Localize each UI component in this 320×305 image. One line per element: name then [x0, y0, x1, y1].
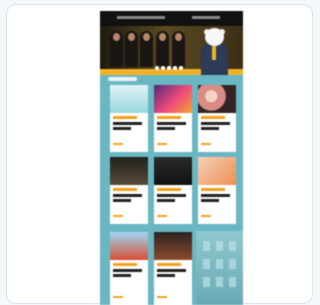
event-image [154, 157, 192, 185]
hero-person [110, 31, 123, 67]
event-date [157, 263, 181, 266]
event-date [113, 188, 137, 191]
event-title [201, 194, 230, 197]
event-image [198, 157, 236, 185]
event-date [113, 263, 137, 266]
event-date [157, 116, 181, 119]
hero-person [140, 31, 153, 67]
event-image [154, 85, 192, 113]
event-link[interactable] [113, 143, 123, 145]
event-date [157, 188, 181, 191]
carousel-dot[interactable] [167, 66, 171, 70]
event-link[interactable] [201, 143, 211, 145]
event-title [113, 269, 142, 272]
carousel-dots[interactable] [155, 66, 183, 70]
carousel-dot[interactable] [173, 66, 177, 70]
event-tile[interactable] [198, 157, 236, 224]
mascot-polar-bear [199, 28, 230, 75]
event-link[interactable] [157, 143, 167, 145]
event-tile[interactable] [110, 232, 148, 305]
preview-card [6, 4, 313, 305]
event-tile[interactable] [110, 157, 148, 224]
event-date [113, 116, 137, 119]
event-title [157, 122, 186, 125]
event-subtitle [201, 127, 219, 130]
event-image [198, 85, 236, 113]
event-subtitle [157, 274, 175, 277]
event-subtitle [113, 274, 131, 277]
event-date [201, 116, 225, 119]
carousel-dot[interactable] [179, 66, 183, 70]
event-link[interactable] [113, 296, 123, 298]
event-image [110, 85, 148, 113]
event-title [113, 194, 142, 197]
event-title [113, 122, 142, 125]
event-link[interactable] [157, 215, 167, 217]
section-title [108, 77, 137, 81]
event-tile[interactable] [154, 232, 192, 305]
top-bar-text-right [192, 16, 220, 19]
top-bar-text-left [117, 16, 165, 19]
event-image [110, 232, 148, 260]
carousel-dot[interactable] [161, 66, 165, 70]
event-tile[interactable] [154, 85, 192, 152]
event-subtitle [157, 127, 175, 130]
event-title [157, 269, 186, 272]
building-background-image [196, 231, 243, 305]
hero-person [172, 31, 185, 67]
website-screenshot-thumbnail[interactable] [100, 11, 243, 305]
event-title [157, 194, 186, 197]
carousel-dot[interactable] [155, 66, 159, 70]
event-subtitle [113, 127, 131, 130]
event-image [154, 232, 192, 260]
event-subtitle [113, 199, 131, 202]
event-title [201, 122, 230, 125]
event-subtitle [157, 199, 175, 202]
event-link[interactable] [113, 215, 123, 217]
event-subtitle [201, 199, 219, 202]
event-date [201, 188, 225, 191]
event-link[interactable] [201, 215, 211, 217]
hero-person [156, 31, 169, 67]
top-navigation-bar [100, 11, 243, 26]
event-tile[interactable] [110, 85, 148, 152]
event-image [110, 157, 148, 185]
event-tile[interactable] [198, 85, 236, 152]
event-link[interactable] [157, 296, 167, 298]
event-tile[interactable] [154, 157, 192, 224]
hero-person [125, 31, 138, 67]
